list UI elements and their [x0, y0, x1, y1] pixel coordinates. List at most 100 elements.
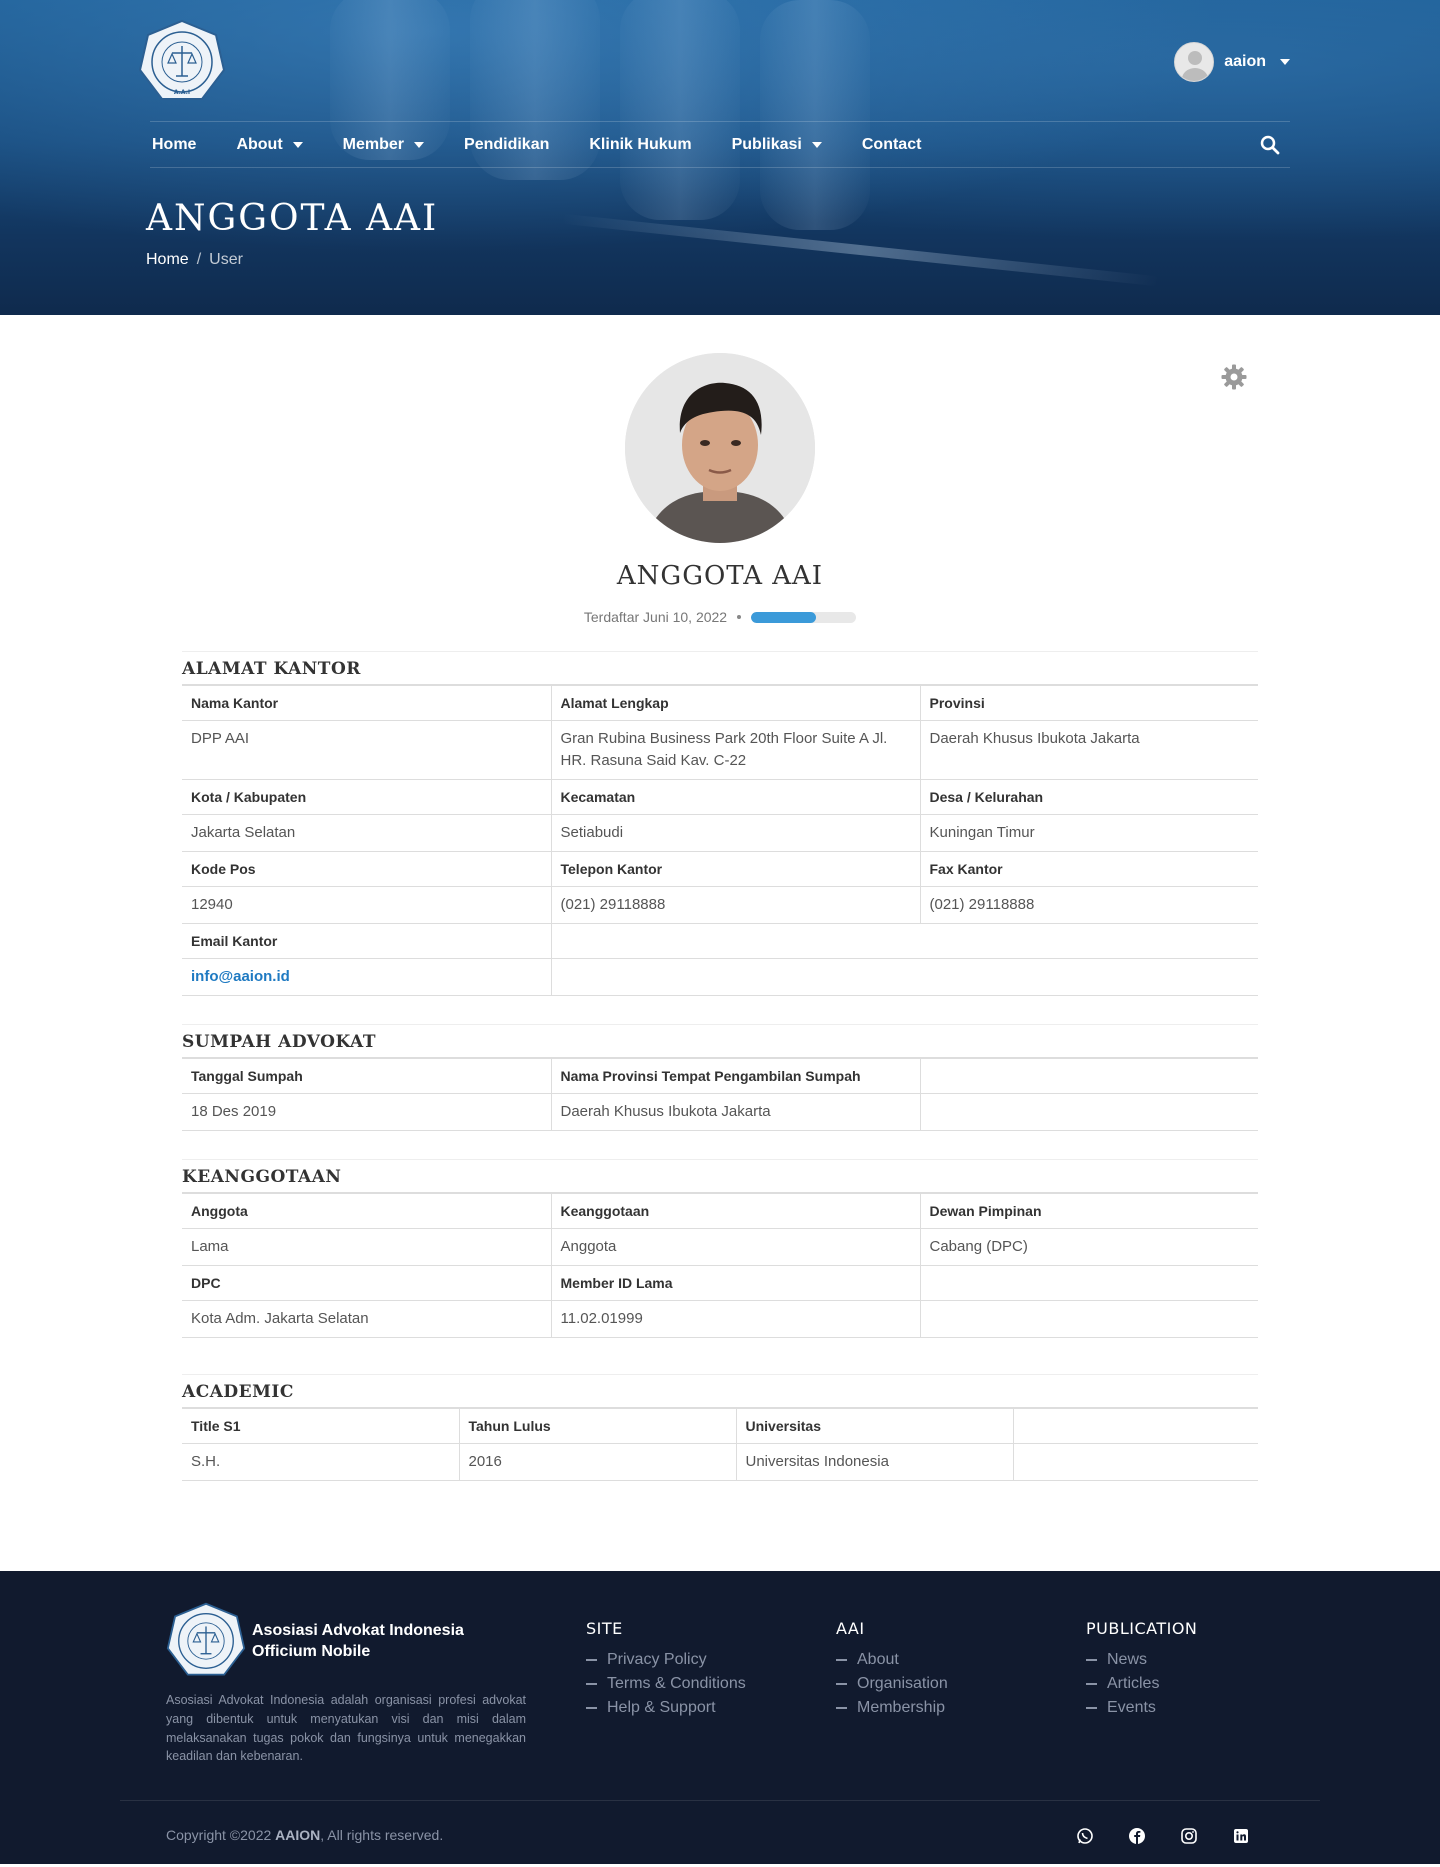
section-academic: ACADEMIC Title S1 Tahun Lulus Universita…	[182, 1374, 1258, 1482]
nav-about[interactable]: About	[216, 136, 322, 154]
footer-link-organisation[interactable]: Organisation	[836, 1672, 948, 1696]
label-kota: Kota / Kabupaten	[182, 778, 551, 816]
footer-column-title: SITE	[586, 1619, 623, 1639]
social-links	[1076, 1827, 1250, 1845]
nav-contact[interactable]: Contact	[842, 136, 942, 154]
section-sumpah-advokat: SUMPAH ADVOKAT Tanggal Sumpah Nama Provi…	[182, 1023, 1258, 1131]
value-telepon: (021) 29118888	[550, 886, 920, 924]
footer-brand: Asosiasi Advokat Indonesia Officium Nobi…	[166, 1601, 526, 1766]
facebook-icon[interactable]	[1128, 1827, 1146, 1845]
footer-brand-line1: Asosiasi Advokat Indonesia	[252, 1621, 464, 1639]
nav-pendidikan[interactable]: Pendidikan	[444, 136, 569, 154]
footer-brand-name: Asosiasi Advokat Indonesia Officium Nobi…	[252, 1620, 464, 1663]
footer-brand-line2: Officium Nobile	[252, 1643, 371, 1661]
nav-klinik-hukum[interactable]: Klinik Hukum	[569, 136, 711, 154]
sumpah-table: Tanggal Sumpah Nama Provinsi Tempat Peng…	[182, 1056, 1258, 1131]
footer-column-aai: AAI About Organisation Membership	[836, 1619, 948, 1720]
label-telepon: Telepon Kantor	[550, 850, 920, 888]
site-logo[interactable]: A.A.I	[138, 18, 226, 106]
empty-cell	[919, 1265, 1258, 1302]
empty-cell	[1012, 1407, 1258, 1445]
value-universitas: Universitas Indonesia	[735, 1443, 1013, 1482]
footer-link-articles[interactable]: Articles	[1086, 1672, 1197, 1696]
breadcrumb: Home / User	[146, 251, 243, 269]
empty-cell	[919, 1093, 1258, 1131]
user-menu[interactable]: aaion	[1174, 42, 1290, 82]
empty-cell	[1012, 1443, 1258, 1482]
table-row: Jakarta Selatan Setiabudi Kuningan Timur	[182, 814, 1258, 852]
separator-dot	[737, 615, 742, 619]
label-nama-kantor: Nama Kantor	[182, 684, 551, 722]
table-row: info@aaion.id	[182, 958, 1258, 996]
label-kecamatan: Kecamatan	[550, 778, 920, 816]
value-kecamatan: Setiabudi	[550, 814, 920, 852]
linkedin-icon[interactable]	[1232, 1827, 1250, 1845]
gear-icon[interactable]	[1220, 363, 1248, 396]
section-alamat-kantor: ALAMAT KANTOR Nama Kantor Alamat Lengkap…	[182, 651, 1258, 996]
site-footer: Asosiasi Advokat Indonesia Officium Nobi…	[0, 1571, 1440, 1865]
user-name[interactable]: aaion	[1224, 53, 1266, 71]
footer-link-events[interactable]: Events	[1086, 1696, 1197, 1720]
whatsapp-icon[interactable]	[1076, 1827, 1094, 1845]
footer-link-membership[interactable]: Membership	[836, 1696, 948, 1720]
empty-cell	[919, 1300, 1258, 1339]
value-desa: Kuningan Timur	[919, 814, 1258, 852]
label-kode-pos: Kode Pos	[182, 850, 551, 888]
section-title: KEANGGOTAAN	[182, 1158, 1258, 1192]
nav-label: Contact	[861, 135, 922, 153]
value-title-s1: S.H.	[182, 1443, 459, 1482]
value-provinsi: Daerah Khusus Ibukota Jakarta	[919, 720, 1258, 780]
table-row: Title S1 Tahun Lulus Universitas	[182, 1407, 1258, 1445]
nav-publikasi[interactable]: Publikasi	[712, 136, 842, 154]
label-tanggal-sumpah: Tanggal Sumpah	[182, 1056, 551, 1095]
footer-description: Asosiasi Advokat Indonesia adalah organi…	[166, 1693, 526, 1764]
label-dewan-pimpinan: Dewan Pimpinan	[919, 1191, 1258, 1230]
breadcrumb-separator: /	[196, 251, 202, 268]
footer-link-about[interactable]: About	[836, 1648, 948, 1672]
table-row: DPP AAI Gran Rubina Business Park 20th F…	[182, 720, 1258, 780]
table-row: 18 Des 2019 Daerah Khusus Ibukota Jakart…	[182, 1093, 1258, 1131]
label-keanggotaan: Keanggotaan	[550, 1191, 920, 1230]
label-provinsi-sumpah: Nama Provinsi Tempat Pengambilan Sumpah	[550, 1056, 920, 1095]
nav-home[interactable]: Home	[150, 136, 216, 154]
user-avatar[interactable]	[1174, 42, 1215, 82]
breadcrumb-current: User	[209, 251, 243, 268]
footer-link-privacy[interactable]: Privacy Policy	[586, 1648, 746, 1672]
label-email: Email Kantor	[182, 922, 551, 960]
table-row: Kota / Kabupaten Kecamatan Desa / Kelura…	[182, 778, 1258, 816]
nav-label: Home	[152, 135, 197, 153]
hero-decoration	[620, 0, 740, 220]
chevron-down-icon	[811, 141, 822, 148]
table-row: Kode Pos Telepon Kantor Fax Kantor	[182, 850, 1258, 888]
academic-table: Title S1 Tahun Lulus Universitas S.H. 20…	[182, 1407, 1258, 1482]
label-alamat-lengkap: Alamat Lengkap	[550, 684, 920, 722]
footer-column-site: SITE Privacy Policy Terms & Conditions H…	[586, 1619, 746, 1720]
footer-link-news[interactable]: News	[1086, 1648, 1197, 1672]
copyright-suffix: , All rights reserved.	[320, 1827, 444, 1844]
label-dpc: DPC	[182, 1265, 551, 1302]
person-portrait-icon	[625, 353, 815, 543]
nav-label: Klinik Hukum	[589, 135, 692, 153]
logo-seal-icon[interactable]	[166, 1601, 246, 1681]
value-dewan-pimpinan: Cabang (DPC)	[919, 1228, 1258, 1267]
label-desa: Desa / Kelurahan	[919, 778, 1258, 816]
copyright-prefix: Copyright ©2022	[166, 1827, 276, 1844]
value-keanggotaan: Anggota	[550, 1228, 920, 1267]
hero-decoration	[561, 213, 1159, 287]
footer-column-publication: PUBLICATION News Articles Events	[1086, 1619, 1197, 1720]
value-provinsi-sumpah: Daerah Khusus Ibukota Jakarta	[550, 1093, 920, 1131]
copyright-brand: AAION	[275, 1827, 321, 1844]
instagram-icon[interactable]	[1180, 1827, 1198, 1845]
chevron-down-icon	[292, 141, 303, 148]
table-row: S.H. 2016 Universitas Indonesia	[182, 1443, 1258, 1482]
footer-link-help[interactable]: Help & Support	[586, 1696, 746, 1720]
profile-photo	[625, 353, 815, 543]
footer-link-terms[interactable]: Terms & Conditions	[586, 1672, 746, 1696]
breadcrumb-home[interactable]: Home	[146, 251, 189, 269]
label-fax: Fax Kantor	[919, 850, 1258, 888]
label-provinsi: Provinsi	[919, 684, 1258, 722]
nav-member[interactable]: Member	[323, 136, 444, 154]
hero-decoration	[760, 0, 870, 230]
search-icon[interactable]	[1260, 135, 1280, 160]
email-link[interactable]: info@aaion.id	[191, 968, 290, 985]
